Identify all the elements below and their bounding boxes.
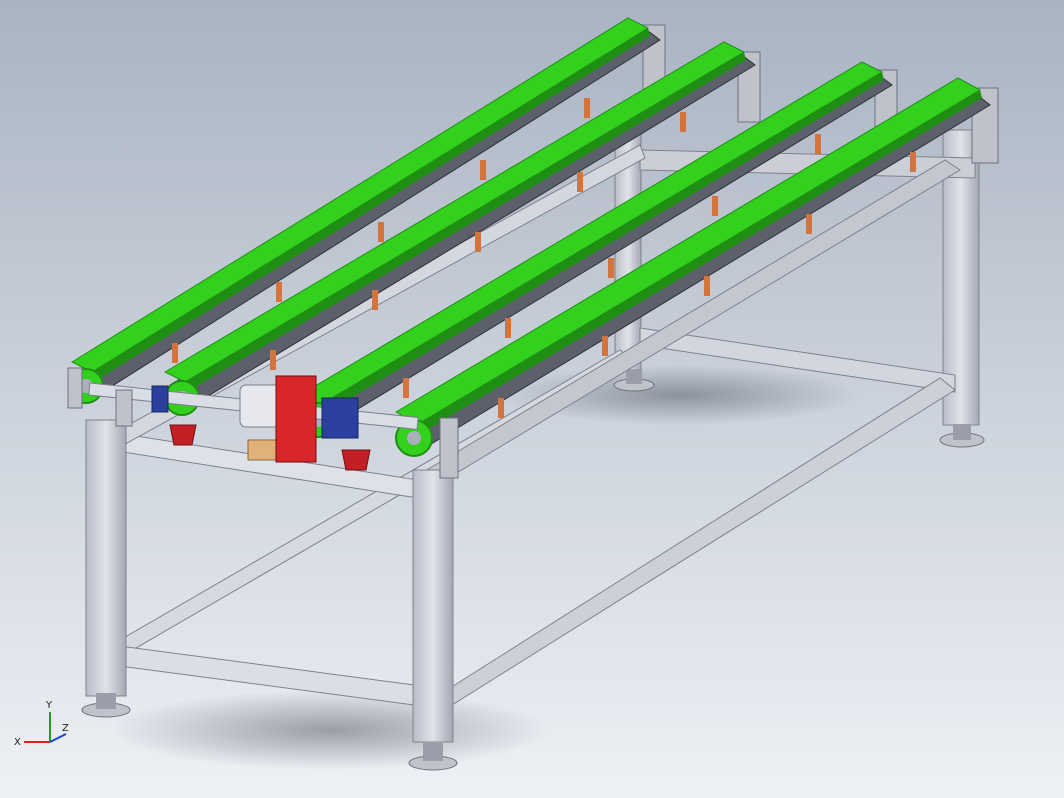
leveling-foot xyxy=(423,743,443,761)
support-bracket xyxy=(505,318,511,338)
support-bracket xyxy=(378,222,384,242)
coupling xyxy=(321,397,359,439)
conveyor-model-render: X Y Z xyxy=(0,0,1064,798)
support-bracket xyxy=(172,343,178,363)
triad-y-label: Y xyxy=(45,700,53,711)
support-bracket xyxy=(480,160,486,180)
frame-leg xyxy=(85,419,127,697)
coupling xyxy=(151,385,169,413)
motor-mount xyxy=(275,375,317,463)
support-bracket xyxy=(270,350,276,370)
support-bracket xyxy=(806,214,812,234)
triad-z-label: Z xyxy=(62,723,69,734)
triad-x-label: X xyxy=(14,737,21,748)
support-bracket xyxy=(403,378,409,398)
end-plate xyxy=(67,367,83,409)
support-bracket xyxy=(475,232,481,252)
support-bracket xyxy=(910,152,916,172)
support-bracket xyxy=(815,134,821,154)
support-bracket xyxy=(602,336,608,356)
conveyor-end-pulley xyxy=(407,431,421,445)
leveling-foot xyxy=(626,370,642,384)
support-bracket xyxy=(712,196,718,216)
support-bracket xyxy=(276,282,282,302)
support-bracket xyxy=(608,258,614,278)
end-plate xyxy=(115,389,133,427)
leveling-foot xyxy=(953,424,971,440)
frame-leg xyxy=(412,469,454,743)
cad-viewport[interactable]: X Y Z xyxy=(0,0,1064,798)
bearing-block xyxy=(169,424,197,446)
support-bracket xyxy=(498,398,504,418)
support-bracket xyxy=(372,290,378,310)
bearing-block xyxy=(341,449,371,471)
floor-shadow xyxy=(110,690,550,770)
support-bracket xyxy=(680,112,686,132)
support-bracket xyxy=(577,172,583,192)
leveling-foot xyxy=(96,693,116,709)
support-bracket xyxy=(704,276,710,296)
end-plate xyxy=(439,417,459,479)
support-bracket xyxy=(584,98,590,118)
